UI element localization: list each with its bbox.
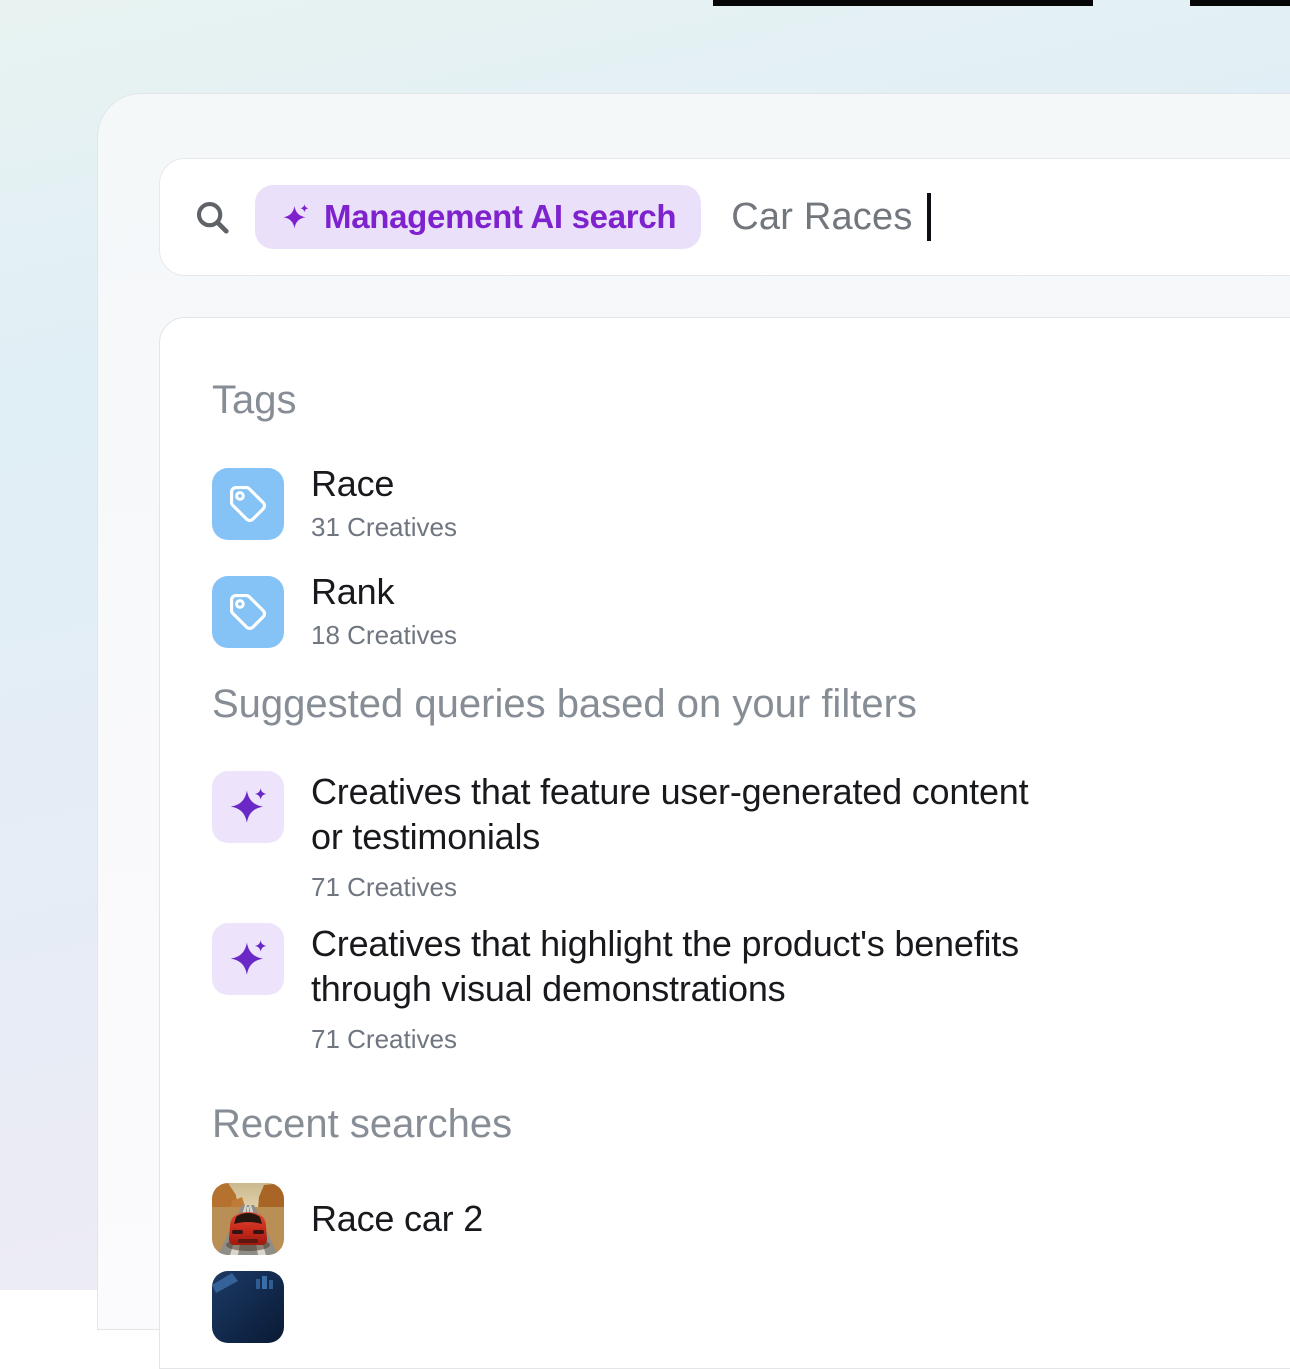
suggested-query-count: 71 Creatives <box>311 872 1028 903</box>
recent-search-label: Race car 2 <box>311 1200 483 1238</box>
ai-sparkle-icon <box>212 923 284 995</box>
text-cursor <box>927 193 931 241</box>
ai-sparkle-icon <box>212 771 284 843</box>
tags-section-title: Tags <box>212 377 1288 423</box>
search-bar[interactable]: Management AI search Car Races <box>159 158 1290 276</box>
race-car-thumbnail <box>212 1183 284 1255</box>
tag-icon <box>212 576 284 648</box>
recent-search-race-car-2[interactable]: Race car 2 <box>212 1183 1288 1255</box>
tag-count: 31 Creatives <box>311 512 457 543</box>
tag-result-race[interactable]: Race 31 Creatives <box>212 465 1288 543</box>
tag-label: Race <box>311 465 457 503</box>
background-window-edge <box>713 0 1093 6</box>
recent-search-partial[interactable] <box>212 1271 1288 1343</box>
search-suggestions-panel: Tags Race 31 Creatives <box>159 317 1290 1369</box>
desktop-background: Management AI search Car Races Tags Race <box>0 0 1290 1290</box>
search-input[interactable]: Car Races <box>731 193 930 241</box>
tag-label: Rank <box>311 573 457 611</box>
recent-searches-section-title: Recent searches <box>212 1101 1288 1147</box>
ai-badge-label: Management AI search <box>324 198 676 236</box>
tag-count: 18 Creatives <box>311 620 457 651</box>
suggested-queries-section-title: Suggested queries based on your filters <box>212 681 1288 727</box>
tag-icon <box>212 468 284 540</box>
suggested-query-1[interactable]: Creatives that feature user-generated co… <box>212 769 1288 903</box>
suggested-query-label: Creatives that feature user-generated co… <box>311 769 1028 859</box>
suggested-query-label: Creatives that highlight the product's b… <box>311 921 1019 1011</box>
night-scene-thumbnail <box>212 1271 284 1343</box>
background-window-edge <box>1190 0 1290 6</box>
suggested-query-2[interactable]: Creatives that highlight the product's b… <box>212 921 1288 1055</box>
app-window: Management AI search Car Races Tags Race <box>97 93 1290 1330</box>
search-icon <box>193 198 231 236</box>
tag-result-rank[interactable]: Rank 18 Creatives <box>212 573 1288 651</box>
ai-sparkle-icon <box>280 202 311 233</box>
suggested-query-count: 71 Creatives <box>311 1024 1019 1055</box>
ai-search-filter-badge[interactable]: Management AI search <box>255 185 701 249</box>
search-query-text: Car Races <box>731 196 912 239</box>
